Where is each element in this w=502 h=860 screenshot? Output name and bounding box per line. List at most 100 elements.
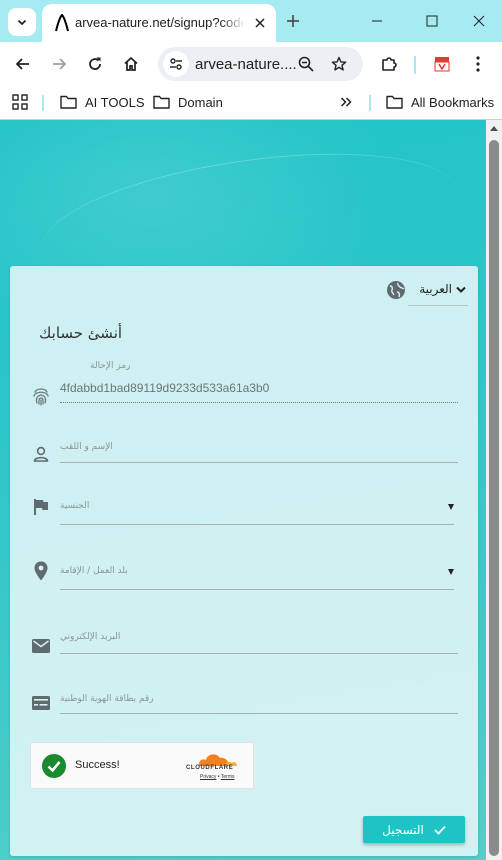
language-value: العربية xyxy=(419,282,452,296)
dropdown-arrow-icon xyxy=(448,569,454,575)
zoom-button[interactable] xyxy=(295,53,317,75)
forward-button[interactable] xyxy=(45,50,73,78)
maximize-button[interactable] xyxy=(419,8,445,34)
field-underline xyxy=(60,589,454,590)
folder-icon xyxy=(60,95,77,109)
site-info-button[interactable] xyxy=(163,51,189,77)
bookmark-ai-tools[interactable]: AI TOOLS xyxy=(60,92,145,112)
national-id-field[interactable]: رقم بطاقة الهوية الوطنية xyxy=(30,686,460,716)
captcha-brand: CLOUDFLARE xyxy=(186,765,234,771)
dropdown-arrow-icon xyxy=(448,504,454,510)
globe-icon xyxy=(387,281,405,299)
new-tab-button[interactable] xyxy=(282,10,304,32)
referral-code-value: 4fdabbd1bad89119d9233d533a61a3b0 xyxy=(60,381,270,395)
bookmarks-separator xyxy=(369,95,371,111)
tune-icon xyxy=(170,58,182,70)
bookmark-label: AI TOOLS xyxy=(85,94,145,110)
bookmarks-overflow-button[interactable] xyxy=(340,92,360,112)
field-underline xyxy=(60,713,458,714)
national-id-placeholder: رقم بطاقة الهوية الوطنية xyxy=(60,694,154,704)
signup-form-card: العربية أنشئ حسابك رمز الإحالة 4fdabbd1b… xyxy=(10,266,478,856)
maximize-icon xyxy=(426,15,438,27)
bookmark-domain[interactable]: Domain xyxy=(153,92,223,112)
extension-pinned-button[interactable] xyxy=(428,50,456,78)
page-viewport: العربية أنشئ حسابك رمز الإحالة 4fdabbd1b… xyxy=(0,120,502,860)
bookmark-star-button[interactable] xyxy=(328,53,350,75)
mail-icon xyxy=(30,635,52,657)
chevron-down-icon xyxy=(456,286,466,293)
field-underline xyxy=(60,653,458,654)
privacy-link[interactable]: Privacy xyxy=(200,774,216,780)
country-of-residence-select[interactable]: بلد العمل / الإقامة xyxy=(30,558,460,592)
email-field[interactable]: البريد الإلكتروني xyxy=(30,628,460,656)
captcha-widget[interactable]: Success! CLOUDFLARE Privacy • Terms xyxy=(30,742,254,789)
close-icon xyxy=(255,18,265,28)
apps-grid-icon xyxy=(12,94,28,110)
close-icon xyxy=(473,15,485,27)
bookmark-label: All Bookmarks xyxy=(411,94,495,110)
home-button[interactable] xyxy=(117,50,145,78)
tab-search-button[interactable] xyxy=(8,8,36,36)
nationality-placeholder: الجنسية xyxy=(60,501,90,511)
captcha-links: Privacy • Terms xyxy=(200,774,235,780)
bookmarks-bar: AI TOOLS Domain All Bookmarks xyxy=(0,86,502,119)
address-bar[interactable]: arvea-nature.... xyxy=(158,47,363,81)
kebab-menu-icon xyxy=(476,56,480,72)
scroll-up-arrow-icon[interactable] xyxy=(490,126,498,131)
arrow-left-icon xyxy=(15,58,29,70)
tab-title: arvea-nature.net/signup?code= xyxy=(75,15,245,30)
all-bookmarks-button[interactable]: All Bookmarks xyxy=(386,92,494,112)
apps-button[interactable] xyxy=(12,92,36,112)
minimize-button[interactable] xyxy=(364,8,390,34)
star-icon xyxy=(331,56,347,71)
full-name-field[interactable]: الإسم و اللقب xyxy=(30,434,460,464)
page-scrollbar[interactable] xyxy=(486,120,502,860)
arrow-right-icon xyxy=(53,58,67,70)
nationality-select[interactable]: الجنسية xyxy=(30,494,460,526)
register-button[interactable]: التسجيل xyxy=(363,816,465,843)
puzzle-icon xyxy=(382,57,397,71)
folder-icon xyxy=(386,95,403,109)
email-placeholder: البريد الإلكتروني xyxy=(60,632,121,642)
chevron-down-icon xyxy=(17,19,27,26)
browser-toolbar: arvea-nature.... xyxy=(0,42,502,86)
id-card-icon xyxy=(30,692,52,714)
browser-tab-bar: arvea-nature.net/signup?code= xyxy=(0,0,502,42)
referral-code-field[interactable]: رمز الإحالة 4fdabbd1bad89119d9233d533a61… xyxy=(30,360,460,406)
scrollbar-thumb[interactable] xyxy=(489,140,499,856)
bookmarks-separator xyxy=(42,95,44,111)
page-title: أنشئ حسابك xyxy=(39,324,123,342)
reload-icon xyxy=(89,57,101,70)
full-name-placeholder: الإسم و اللقب xyxy=(60,442,113,452)
field-underline xyxy=(60,524,454,525)
active-tab[interactable]: arvea-nature.net/signup?code= xyxy=(42,4,276,42)
url-text[interactable]: arvea-nature.... xyxy=(195,56,297,73)
language-select[interactable]: العربية xyxy=(408,280,468,306)
plus-icon xyxy=(287,15,299,27)
fingerprint-icon xyxy=(30,385,52,407)
close-window-button[interactable] xyxy=(466,8,492,34)
toolbar-separator xyxy=(414,56,416,74)
field-underline xyxy=(60,402,458,403)
extension-app-icon xyxy=(434,57,450,72)
country-placeholder: بلد العمل / الإقامة xyxy=(60,566,128,576)
field-underline xyxy=(60,462,458,463)
back-button[interactable] xyxy=(9,50,37,78)
tab-close-button[interactable] xyxy=(250,13,270,33)
captcha-status: Success! xyxy=(75,759,120,771)
site-favicon-icon xyxy=(55,14,69,32)
reload-button[interactable] xyxy=(81,50,109,78)
person-icon xyxy=(30,443,52,465)
check-icon xyxy=(434,825,446,835)
link-separator: • xyxy=(217,774,220,780)
minimize-icon xyxy=(372,20,382,22)
bookmark-label: Domain xyxy=(178,94,223,110)
register-button-label: التسجيل xyxy=(382,822,424,837)
zoom-out-icon xyxy=(298,56,314,72)
flag-icon xyxy=(30,496,52,518)
referral-code-label: رمز الإحالة xyxy=(90,361,131,371)
browser-menu-button[interactable] xyxy=(464,50,492,78)
extensions-button[interactable] xyxy=(375,50,403,78)
terms-link[interactable]: Terms xyxy=(221,774,235,780)
success-check-icon xyxy=(42,754,66,778)
